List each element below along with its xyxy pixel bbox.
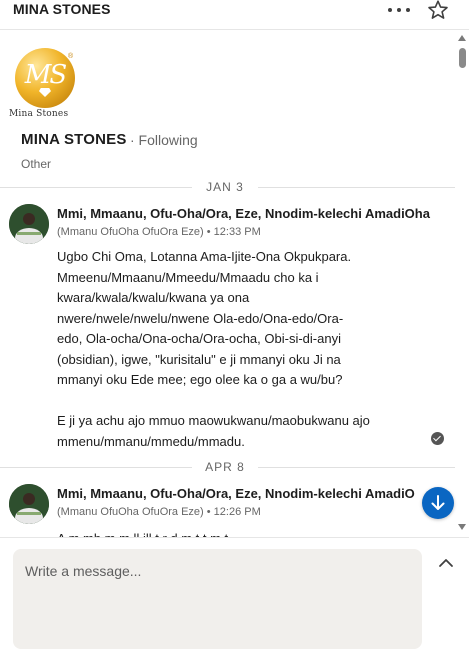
date-separator: APR 8 [0, 460, 455, 474]
arrow-down-icon [431, 495, 445, 510]
message-line: Ugbo Chi Oma, Lotanna Ama-Ijite-Ona Okpu… [57, 249, 352, 264]
avatar-image [9, 484, 49, 524]
jump-to-latest-button[interactable] [422, 487, 454, 519]
diamond-icon [39, 88, 51, 97]
read-receipt-icon [431, 432, 444, 445]
message-body: Ugbo Chi Oma, Lotanna Ama-Ijite-Ona Okpu… [57, 247, 392, 452]
date-label: APR 8 [205, 460, 245, 474]
conversation-title[interactable]: MINA STONES [13, 1, 111, 17]
message-composer [13, 549, 422, 649]
more-dot [397, 8, 401, 12]
scrollbar[interactable] [455, 31, 469, 537]
scroll-thumb[interactable] [459, 48, 466, 68]
more-dot [406, 8, 410, 12]
avatar-image [9, 204, 49, 244]
following-status: · Following [130, 132, 198, 148]
message-input[interactable] [13, 549, 422, 649]
more-dot [388, 8, 392, 12]
more-options-icon[interactable] [387, 1, 411, 19]
company-category: Other [21, 157, 52, 171]
message-line: (obsidian), igwe, "kurisitalu" e ji mman… [57, 351, 341, 367]
scroll-up-arrow-icon[interactable] [458, 35, 466, 41]
company-logo[interactable]: MS [15, 48, 75, 108]
compose-divider [0, 537, 469, 538]
sender-avatar[interactable] [9, 204, 49, 244]
registered-mark-icon: ® [68, 53, 74, 60]
message-meta: (Mmanu OfuOha OfuOra Eze) • 12:33 PM [57, 226, 261, 238]
message-line: nwere/nwele/nwelu/nwene Ola-edo/Ona-edo/… [57, 310, 344, 326]
message-meta: (Mmanu OfuOha OfuOra Eze) • 12:26 PM [57, 506, 261, 518]
scroll-down-arrow-icon[interactable] [458, 524, 466, 530]
message-line: mmenu/mmanu/mmedu/mmadu. [57, 433, 245, 449]
date-label: JAN 3 [206, 180, 244, 194]
conversation-header: MINA STONES [0, 0, 469, 30]
star-icon[interactable] [426, 0, 450, 22]
sender-name[interactable]: Mmi, Mmaanu, Ofu-Oha/Ora, Eze, Nnodim-ke… [57, 486, 415, 501]
chevron-up-icon[interactable] [437, 556, 455, 570]
company-name[interactable]: MINA STONES [21, 131, 127, 148]
message-line: Mmeenu/Mmaanu/Mmeedu/Mmaadu cho ka i [57, 269, 319, 285]
sender-avatar[interactable] [9, 484, 49, 524]
message-line: edo, Ola-ocha/Ona-ocha/Ora-ocha, Obi-si-… [57, 331, 341, 346]
message-line: kwara/kwala/kwalu/kwana ya ona [57, 290, 250, 305]
logo-caption: Mina Stones [9, 109, 69, 119]
logo-letters: MS [24, 60, 67, 90]
message-line: mmanyi oku Ede mee; ego olee ka o ga a w… [57, 372, 343, 387]
sender-name[interactable]: Mmi, Mmaanu, Ofu-Oha/Ora, Eze, Nnodim-ke… [57, 206, 430, 221]
message-line: E ji ya achu ajo mmuo maowukwanu/maobukw… [57, 413, 370, 428]
conversation-thread[interactable]: MS ® Mina Stones MINA STONES · Following… [0, 31, 469, 537]
date-separator: JAN 3 [0, 180, 455, 194]
